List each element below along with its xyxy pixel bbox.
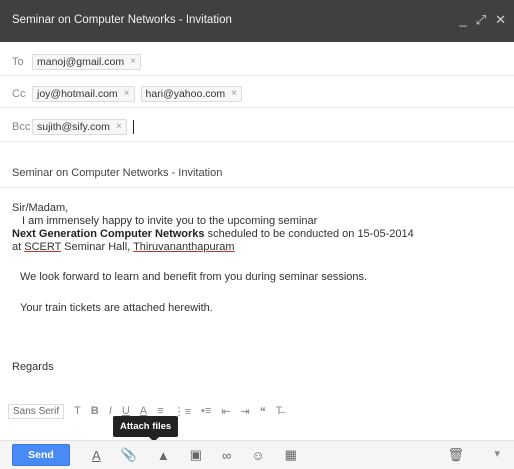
link-icon[interactable]: ∞ — [222, 448, 231, 463]
venue-prefix: at — [12, 241, 25, 253]
formatting-icon[interactable]: A — [92, 448, 101, 463]
closing: Regards — [12, 361, 54, 373]
emoji-icon[interactable]: ☺ — [251, 448, 264, 463]
compose-title: Seminar on Computer Networks - Invitatio… — [12, 14, 232, 26]
calendar-icon[interactable]: ▦ — [285, 447, 297, 463]
recipient-email: joy@hotmail.com — [37, 87, 118, 100]
expand-icon[interactable]: ⤢ — [476, 12, 486, 28]
to-row[interactable]: To manoj@gmail.com × — [0, 48, 514, 76]
bcc-recipient-chip[interactable]: sujith@sify.com × — [32, 118, 127, 135]
quote-icon[interactable]: ❝ — [260, 405, 266, 418]
event-date-text: scheduled to be conducted on 15-05-2014 — [204, 228, 414, 240]
remove-formatting-icon[interactable]: T̶ — [276, 405, 283, 417]
cc-label: Cc — [12, 87, 26, 100]
photo-icon[interactable]: ▣ — [190, 447, 202, 463]
formatting-toolbar: Sans Serif T B I U A ≡ ⋮≡ •≡ ⇤ ⇥ ❝ T̶ — [8, 400, 508, 422]
body-line: We look forward to learn and benefit fro… — [20, 271, 368, 283]
remove-recipient-icon[interactable]: × — [124, 88, 130, 99]
venue-city: Thiruvananthapuram — [133, 241, 235, 253]
minimize-icon[interactable]: _ — [459, 12, 466, 28]
attach-files-tooltip: Attach files — [113, 416, 179, 442]
trash-icon[interactable]: 🗑 — [447, 447, 464, 463]
greeting: Sir/Madam, — [12, 202, 69, 214]
bcc-label: Bcc — [12, 120, 31, 133]
to-label: To — [12, 55, 24, 68]
remove-recipient-icon[interactable]: × — [130, 56, 136, 67]
close-icon[interactable]: ✕ — [495, 12, 506, 28]
body-line: Your train tickets are attached herewith… — [20, 302, 213, 314]
italic-icon[interactable]: I — [109, 405, 112, 417]
recipient-email: hari@yahoo.com — [145, 87, 226, 100]
bold-icon[interactable]: B — [91, 405, 99, 417]
bulleted-list-icon[interactable]: •≡ — [201, 405, 211, 417]
indent-more-icon[interactable]: ⇥ — [241, 405, 250, 418]
bcc-row[interactable]: Bcc sujith@sify.com × — [0, 112, 514, 142]
attach-icon[interactable]: 📎 — [121, 447, 137, 463]
cc-recipient-chip[interactable]: hari@yahoo.com × — [140, 85, 242, 102]
compose-titlebar: Seminar on Computer Networks - Invitatio… — [0, 0, 514, 42]
to-recipient-chip[interactable]: manoj@gmail.com × — [32, 53, 141, 70]
drive-icon[interactable]: ▲ — [157, 448, 170, 463]
venue-mid: Seminar Hall, — [61, 241, 134, 253]
body-line: at SCERT Seminar Hall, Thiruvananthapura… — [12, 241, 507, 254]
message-body[interactable]: Sir/Madam, I am immensely happy to invit… — [12, 202, 507, 374]
subject-field[interactable]: Seminar on Computer Networks - Invitatio… — [0, 158, 514, 188]
body-line: Next Generation Computer Networks schedu… — [12, 228, 507, 241]
recipient-email: manoj@gmail.com — [37, 55, 125, 68]
send-button[interactable]: Send — [12, 444, 70, 466]
indent-less-icon[interactable]: ⇤ — [221, 405, 230, 418]
cc-row[interactable]: Cc joy@hotmail.com × hari@yahoo.com × — [0, 80, 514, 108]
cc-recipient-chip[interactable]: joy@hotmail.com × — [32, 85, 135, 102]
font-select[interactable]: Sans Serif — [8, 403, 65, 419]
compose-footer: Send A 📎 ▲ ▣ ∞ ☺ ▦ 🗑 ▾ — [0, 440, 514, 469]
font-size-icon[interactable]: T — [74, 405, 81, 417]
more-options-icon[interactable]: ▾ — [494, 447, 500, 460]
recipient-email: sujith@sify.com — [37, 120, 110, 133]
remove-recipient-icon[interactable]: × — [231, 88, 237, 99]
text-cursor — [132, 119, 134, 134]
venue-org: SCERT — [24, 241, 62, 253]
remove-recipient-icon[interactable]: × — [116, 121, 122, 132]
body-line: I am immensely happy to invite you to th… — [22, 215, 318, 227]
event-name: Next Generation Computer Networks — [12, 228, 205, 240]
